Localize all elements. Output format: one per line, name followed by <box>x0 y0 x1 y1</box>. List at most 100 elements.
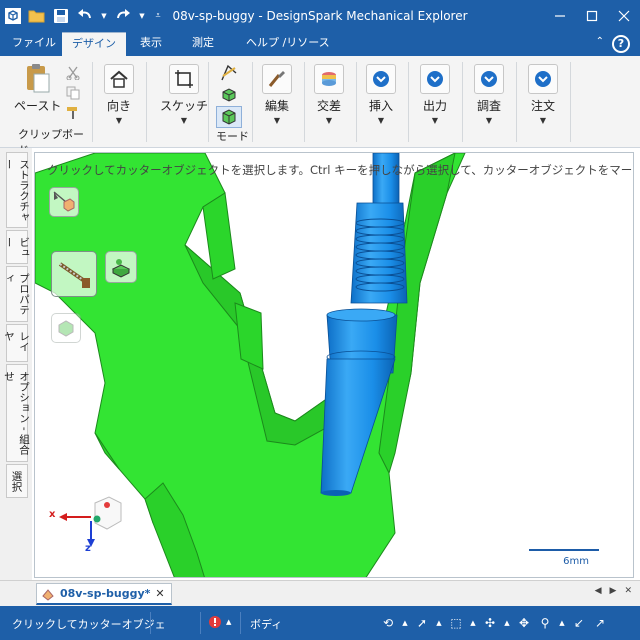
close-tab-icon[interactable]: ✕ <box>155 587 164 600</box>
sketch-mode-icon[interactable] <box>220 64 240 84</box>
chevron-up-icon[interactable]: ▲ <box>503 614 511 632</box>
insert-down-arrow-icon <box>373 71 389 87</box>
sketch-rectangle-icon <box>175 70 193 88</box>
chevron-down-icon: ▼ <box>115 116 123 125</box>
format-painter-icon[interactable] <box>66 106 80 123</box>
tab-view[interactable]: 表示 <box>130 32 172 56</box>
ribbon-separator <box>208 62 209 142</box>
output-down-arrow-icon <box>427 71 443 87</box>
error-indicator[interactable]: ▲ <box>208 615 231 629</box>
side-tab-view[interactable]: ビュー <box>3 230 30 264</box>
pointer-icon[interactable]: ➚ <box>414 614 430 632</box>
close-icon[interactable] <box>608 0 640 32</box>
chevron-up-icon[interactable]: ▲ <box>435 614 443 632</box>
orient-button[interactable]: 向き ▼ <box>104 64 134 125</box>
status-separator <box>200 612 201 634</box>
save-icon[interactable] <box>52 7 70 25</box>
chevron-down-icon: ▼ <box>377 116 385 125</box>
cut-icon[interactable] <box>66 66 80 83</box>
scroll-left-icon[interactable]: ◀ <box>595 586 602 596</box>
triad-x-label: x <box>49 509 56 520</box>
tab-measure[interactable]: 測定 <box>182 32 224 56</box>
help-icon[interactable]: ? <box>612 35 630 53</box>
spin-icon[interactable]: ✣ <box>482 614 498 632</box>
window-controls <box>544 0 640 32</box>
investigate-down-arrow-icon <box>481 71 497 87</box>
insert-button[interactable]: 挿入 ▼ <box>366 64 396 125</box>
chevron-down-icon: ▼ <box>273 116 281 125</box>
ribbon-separator <box>570 62 571 142</box>
status-bar: クリックしてカッターオブジェ ▲ ボディ ⟲ ▲ ➚ ▲ ⬚ ▲ ✣ ▲ ✥ ⚲… <box>0 606 640 640</box>
status-separator <box>240 612 241 634</box>
undo-icon[interactable] <box>76 7 94 25</box>
tab-file[interactable]: ファイル <box>2 32 66 56</box>
ribbon: ペースト クリップボード 向き ▼ スケッチ ▼ モード <box>0 56 640 157</box>
ribbon-tab-bar: ファイル デザイン 表示 測定 ヘルプ /リソース ⌃ ? <box>0 32 640 56</box>
redo-dropdown-icon[interactable]: ▼ <box>138 7 146 25</box>
model-canvas[interactable] <box>35 153 634 578</box>
status-separator <box>150 612 151 634</box>
error-dropdown-icon[interactable]: ▲ <box>226 618 231 626</box>
zoom-icon[interactable]: ⚲ <box>537 614 553 632</box>
copy-icon[interactable] <box>66 86 80 103</box>
rotate-select-icon[interactable]: ⟲ <box>380 614 396 632</box>
side-tab-layers[interactable]: レイヤ <box>3 324 30 362</box>
intersect-button[interactable]: 交差 ▼ <box>314 64 344 125</box>
edit-button[interactable]: 編集 ▼ <box>262 64 292 125</box>
title-bar: ▼ ▼ ⩡ 08v-sp-buggy - DesignSpark Mechani… <box>0 0 640 32</box>
design-viewport[interactable]: クリックしてカッターオブジェクトを選択します。Ctrl キーを押しながら選択して… <box>34 152 634 578</box>
maximize-icon[interactable] <box>576 0 608 32</box>
document-tab[interactable]: 08v-sp-buggy* ✕ <box>36 583 172 605</box>
ribbon-separator <box>516 62 517 142</box>
close-document-icon[interactable]: ✕ <box>624 586 632 596</box>
customize-qat-icon[interactable]: ⩡ <box>152 7 164 25</box>
tab-help[interactable]: ヘルプ /リソース <box>236 32 340 56</box>
back-arrow-icon[interactable]: ↙ <box>571 614 587 632</box>
output-button[interactable]: 出力 ▼ <box>420 64 450 125</box>
forward-arrow-icon[interactable]: ↗ <box>592 614 608 632</box>
document-icon <box>42 588 54 601</box>
section-mode-icon[interactable] <box>220 86 240 106</box>
app-icon[interactable] <box>4 7 22 25</box>
3d-mode-icon[interactable] <box>216 106 242 128</box>
chevron-up-icon[interactable]: ▲ <box>469 614 477 632</box>
split-saw-guide-icon[interactable] <box>51 251 97 297</box>
investigate-button[interactable]: 調査 ▼ <box>474 64 504 125</box>
document-tab-label: 08v-sp-buggy* <box>60 587 151 600</box>
ribbon-collapse-icon[interactable]: ⌃ <box>596 36 604 47</box>
tab-design[interactable]: デザイン <box>62 32 126 56</box>
ribbon-separator <box>408 62 409 142</box>
home-icon <box>110 70 128 88</box>
side-tab-selection[interactable]: 選択 <box>6 464 28 498</box>
quick-access-toolbar: ▼ ▼ ⩡ <box>4 4 164 28</box>
order-button[interactable]: 注文 ▼ <box>528 64 558 125</box>
open-folder-icon[interactable] <box>28 7 46 25</box>
document-tab-strip: 08v-sp-buggy* ✕ ◀ ▶ ✕ <box>0 580 640 606</box>
minimize-icon[interactable] <box>544 0 576 32</box>
axis-triad[interactable] <box>59 496 122 547</box>
side-panel-tabs: ストラクチャー ビュー プロパティ レイヤ オプション - 組合せ 選択 <box>0 148 32 604</box>
chevron-down-icon: ▼ <box>431 116 439 125</box>
chevron-up-icon[interactable]: ▲ <box>401 614 409 632</box>
merge-guide-icon[interactable] <box>51 313 81 343</box>
box-select-icon[interactable]: ⬚ <box>448 614 464 632</box>
select-cutter-guide-icon[interactable] <box>49 187 79 217</box>
pan-icon[interactable]: ✥ <box>516 614 532 632</box>
select-target-guide-icon[interactable] <box>105 251 137 283</box>
redo-icon[interactable] <box>114 7 132 25</box>
paste-button[interactable]: ペースト <box>14 62 61 114</box>
ribbon-separator <box>92 62 93 142</box>
undo-dropdown-icon[interactable]: ▼ <box>100 7 108 25</box>
intersect-icon <box>322 72 336 86</box>
clipboard-group: ペースト クリップボード <box>0 56 92 157</box>
chevron-up-icon[interactable]: ▲ <box>558 614 566 632</box>
chevron-down-icon: ▼ <box>325 116 333 125</box>
side-tab-structure[interactable]: ストラクチャー <box>3 152 30 228</box>
mode-group-label: モード <box>216 130 249 143</box>
sketch-button[interactable]: スケッチ ▼ <box>160 64 208 125</box>
order-down-arrow-icon <box>535 71 551 87</box>
side-tab-properties[interactable]: プロパティ <box>3 266 30 322</box>
scroll-right-icon[interactable]: ▶ <box>610 586 617 596</box>
selection-type[interactable]: ボディ <box>250 616 282 632</box>
side-tab-options-combine[interactable]: オプション - 組合せ <box>3 364 30 462</box>
